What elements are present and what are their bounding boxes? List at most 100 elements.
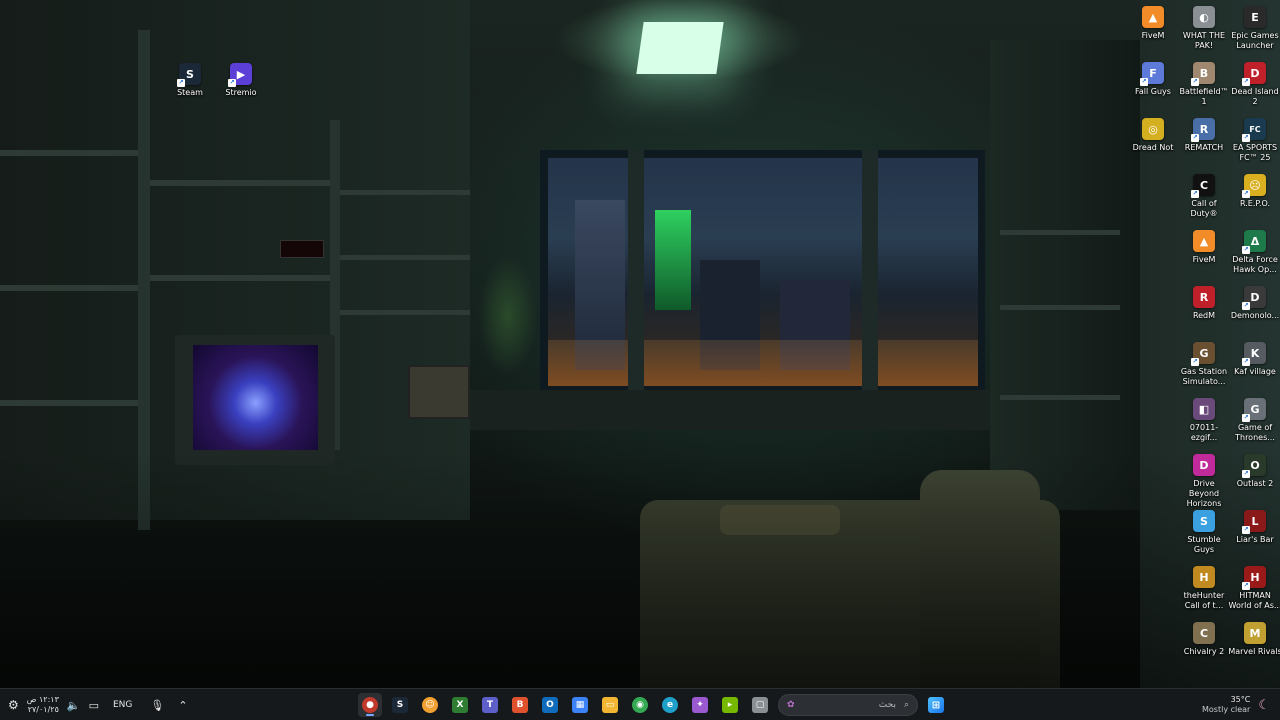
taskbar-app-chat[interactable]: ☺ [418,693,442,717]
desktop-icon-delta-force[interactable]: Δ ↗ Delta Force Hawk Op... [1228,230,1280,275]
desktop-icon-battlefield-1[interactable]: B ↗ Battlefield™ 1 [1177,62,1231,107]
desktop-icon-fivem-2[interactable]: ▲ FiveM [1177,230,1231,265]
clock-date: ٢٧/٠١/٢٥ [27,705,59,714]
taskbar-app-teams[interactable]: T [478,693,502,717]
desktop-icon-stumble-guys[interactable]: S Stumble Guys [1177,510,1231,555]
stremio-icon: ▶ ↗ [228,63,252,87]
microphone-icon[interactable]: 🎙 [150,699,164,712]
desktop-icon-label: Kaf village [1234,367,1276,376]
desktop-icon-demonologist[interactable]: D ↗ Demonolo... [1228,286,1280,321]
desktop-icon-what-the-pak[interactable]: ◐ WHAT THE PAK! [1177,6,1231,51]
desktop-icon-rematch[interactable]: R ↗ REMATCH [1177,118,1231,153]
desktop-icon-label: HITMAN World of As... [1228,591,1280,610]
desktop-icon-ezgif-file[interactable]: ◧ 07011-ezgif... [1177,398,1231,443]
drive-beyond-horizons-icon: D [1193,454,1215,476]
demonologist-icon: D ↗ [1242,286,1266,310]
redm-icon: R [1193,286,1215,308]
outlast-icon: O ↗ [1242,454,1266,478]
edge-icon: e [662,697,678,713]
desktop-icon-call-of-duty[interactable]: C ↗ Call of Duty® [1177,174,1231,219]
weather-info: 35°C Mostly clear [1202,695,1250,715]
search-placeholder: بحث [878,700,896,710]
taskbar-app-brave[interactable]: B [508,693,532,717]
desktop-icon-marvel-rivals[interactable]: M Marvel Rivals [1228,622,1280,657]
taskbar-app-nvidia[interactable]: ▸ [718,693,742,717]
teams-icon: T [482,697,498,713]
taskbar-app-xbox[interactable]: X [448,693,472,717]
clock[interactable]: ١٢:١٣ ص ٢٧/٠١/٢٥ [27,695,59,715]
store-icon: ▦ [572,697,588,713]
desktop-icon-label: Game of Thrones... [1235,423,1275,442]
network-icon[interactable]: ▭ [89,699,99,712]
desktop-icon-epic-games[interactable]: E Epic Games Launcher [1228,6,1280,51]
desktop-icon-dread-not[interactable]: ◎ Dread Not [1126,118,1180,153]
chivalry-icon: C [1193,622,1215,644]
settings-icon[interactable]: ⚙ [8,698,19,712]
image-file-icon: ◧ [1193,398,1215,420]
gas-station-icon: G ↗ [1191,342,1215,366]
taskbar-app-outlook[interactable]: O [538,693,562,717]
desktop-icon-stremio[interactable]: ▶ ↗ Stremio [214,63,268,98]
desktop-icon-label: Dead Island 2 [1231,87,1279,106]
desktop-icon-outlast-2[interactable]: O ↗ Outlast 2 [1228,454,1280,489]
chat-icon: ☺ [422,697,438,713]
liars-bar-icon: L ↗ [1242,510,1266,534]
system-tray: ⚙ ١٢:١٣ ص ٢٧/٠١/٢٥ 🔈 ▭ ENG 🎙 ⌃ [8,689,188,720]
chevron-up-icon[interactable]: ⌃ [178,699,187,712]
desktop-icon-label: FiveM [1141,31,1165,40]
desktop-icon-label: Drive Beyond Horizons [1186,479,1222,508]
taskbar-app-window[interactable]: ▢ [748,693,772,717]
ea-sports-fc-icon: FC ↗ [1242,118,1266,142]
taskbar-app-store[interactable]: ▦ [568,693,592,717]
fivem-icon: ▲ [1142,6,1164,28]
desktop-icon-chivalry-2[interactable]: C Chivalry 2 [1177,622,1231,657]
xbox-icon: X [452,697,468,713]
desktop-icon-repo[interactable]: ☹ ↗ R.E.P.O. [1228,174,1280,209]
brave-icon: B [512,697,528,713]
weather-widget[interactable]: 35°C Mostly clear ☾ [1202,689,1270,720]
volume-icon[interactable]: 🔈 [67,699,81,712]
repo-icon: ☹ ↗ [1242,174,1266,198]
weather-temperature: 35°C [1230,695,1251,704]
desktop-icon-label: Stumble Guys [1187,535,1221,554]
obs-icon: ● [362,697,378,713]
desktop-icon-gas-station[interactable]: G ↗ Gas Station Simulato... [1177,342,1231,387]
desktop-icon-redm[interactable]: R RedM [1177,286,1231,321]
desktop-icon-label: Steam [177,88,203,97]
desktop-icon-ea-sports-fc-25[interactable]: FC ↗ EA SPORTS FC™ 25 [1228,118,1280,163]
desktop-icon-hitman[interactable]: H ↗ HITMAN World of As... [1228,566,1280,611]
search-box[interactable]: ✿ بحث ⌕ [778,694,918,716]
crt-screen [193,345,318,450]
language-indicator[interactable]: ENG [113,700,132,710]
taskbar-app-chrome[interactable]: ◉ [628,693,652,717]
nvidia-icon: ▸ [722,697,738,713]
fivem-icon: ▲ [1193,230,1215,252]
start-button[interactable]: ⊞ [924,693,948,717]
search-icon: ⌕ [903,700,909,710]
desktop-icon-label: Gas Station Simulato... [1180,367,1228,386]
clock-time: ١٢:١٣ ص [26,695,59,704]
game-of-thrones-icon: G ↗ [1242,398,1266,422]
taskbar-app-obs[interactable]: ● [358,693,382,717]
desktop-icon-fall-guys[interactable]: F ↗ Fall Guys [1126,62,1180,97]
taskbar-app-copilot[interactable]: ✦ [688,693,712,717]
taskbar-app-explorer[interactable]: ▭ [598,693,622,717]
desktop-icon-label: Chivalry 2 [1183,647,1225,656]
explorer-icon: ▭ [602,697,618,713]
desktop-icon-fivem[interactable]: ▲ FiveM [1126,6,1180,41]
desktop-icon-drive-beyond-horizons[interactable]: D Drive Beyond Horizons [1177,454,1231,509]
taskbar-app-steam[interactable]: S [388,693,412,717]
desktop-icon-label: Outlast 2 [1236,479,1274,488]
desktop-icon-label: R.E.P.O. [1239,199,1271,208]
taskbar: ⚙ ١٢:١٣ ص ٢٧/٠١/٢٥ 🔈 ▭ ENG 🎙 ⌃ ● S ☺ X T… [0,688,1280,720]
taskbar-app-edge[interactable]: e [658,693,682,717]
desktop-icon-label: Liar's Bar [1236,535,1274,544]
desktop-icon-liars-bar[interactable]: L ↗ Liar's Bar [1228,510,1280,545]
desktop-icon-dead-island-2[interactable]: D ↗ Dead Island 2 [1228,62,1280,107]
desktop-icon-label: Stremio [225,88,257,97]
desktop-icon-steam[interactable]: S ↗ Steam [163,63,217,98]
desktop-icon-thehunter[interactable]: H theHunter Call of t... [1177,566,1231,611]
desktop-icon-kaf-village[interactable]: K ↗ Kaf village [1228,342,1280,377]
desktop-icon-game-of-thrones[interactable]: G ↗ Game of Thrones... [1228,398,1280,443]
plant [478,255,538,375]
